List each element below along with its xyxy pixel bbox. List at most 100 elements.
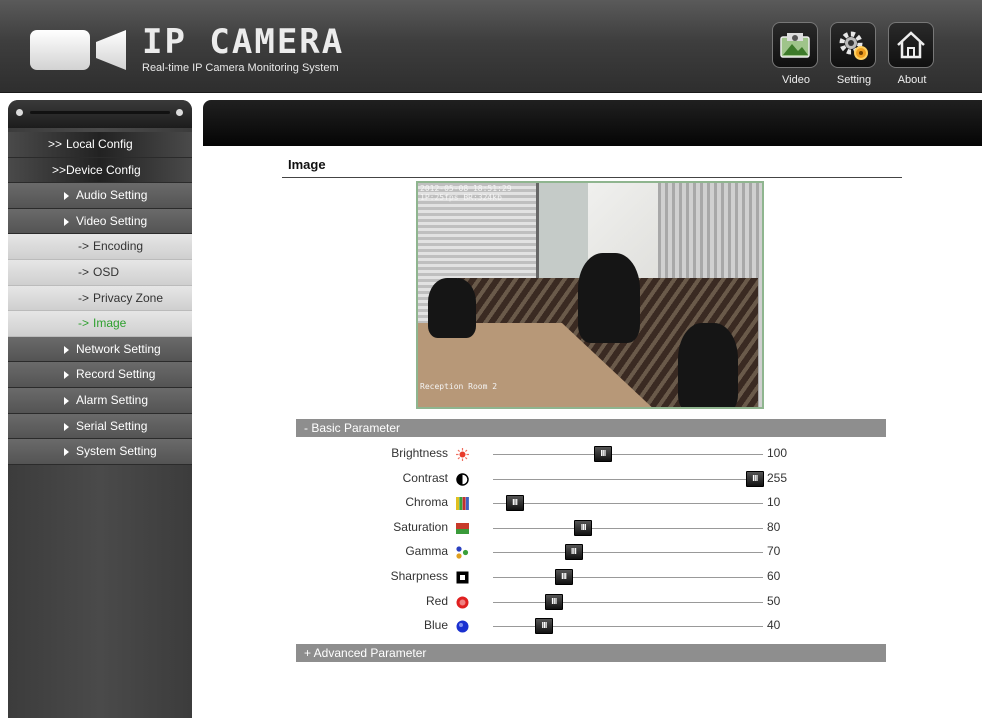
param-row-sharpness: Sharpness III 60 <box>300 566 820 590</box>
sidebar-item-privacy-zone[interactable]: -> Privacy Zone <box>8 285 192 312</box>
arrow-right-icon: -> <box>78 316 90 331</box>
preview-chair <box>578 253 640 343</box>
sidebar-item-encoding[interactable]: -> Encoding <box>8 234 192 260</box>
content-top-band <box>203 100 982 146</box>
sidebar-item-label: Privacy Zone <box>93 290 164 305</box>
sidebar-item-label: Local Config <box>66 137 133 151</box>
sidebar-item-network-setting[interactable]: Network Setting <box>8 336 192 363</box>
saturation-value: 80 <box>767 519 781 534</box>
preview-osd-location: Reception Room 2 <box>420 382 498 391</box>
chroma-value: 10 <box>767 495 781 510</box>
sidebar-item-label: Image <box>93 316 127 331</box>
double-chevron-icon: >> <box>52 162 67 177</box>
gamma-slider-track[interactable] <box>493 552 763 554</box>
contrast-value: 255 <box>767 470 788 485</box>
arrow-right-icon: -> <box>78 290 90 305</box>
red-slider-track[interactable] <box>493 601 763 603</box>
arrow-right-icon: -> <box>78 264 90 279</box>
video-button[interactable]: Video <box>770 22 822 88</box>
saturation-slider-handle[interactable]: III <box>574 519 593 536</box>
brightness-slider-handle[interactable]: III <box>594 446 613 462</box>
contrast-slider-handle[interactable]: III <box>746 470 764 487</box>
gear-icon <box>830 22 876 68</box>
advanced-parameter-toggle[interactable]: + Advanced Parameter <box>296 644 886 662</box>
sidebar-item-audio-setting[interactable]: Audio Setting <box>8 183 192 209</box>
sidebar-item-label: Record Setting <box>76 367 156 382</box>
blue-label: Blue <box>423 618 448 633</box>
sidebar-item-label: Audio Setting <box>76 188 148 203</box>
sidebar-item-alarm-setting[interactable]: Alarm Setting <box>8 387 192 414</box>
brightness-icon <box>456 448 469 461</box>
gamma-label: Gamma <box>405 544 448 559</box>
brightness-label: Brightness <box>391 446 448 460</box>
param-row-gamma: Gamma III 70 <box>300 541 820 565</box>
param-row-brightness: Brightness III 100 <box>300 443 820 467</box>
saturation-slider-track[interactable] <box>493 527 763 529</box>
triangle-right-icon <box>64 396 69 405</box>
page-title: Image <box>288 157 326 172</box>
about-button-label: About <box>897 74 927 86</box>
sharpness-slider-handle[interactable]: III <box>554 569 573 585</box>
red-label: Red <box>425 593 448 608</box>
red-slider-handle[interactable]: III <box>545 593 564 610</box>
sidebar-item-label: System Setting <box>76 444 157 459</box>
title-divider <box>282 177 902 178</box>
sidebar-item-local-config[interactable]: >> Local Config <box>8 132 192 158</box>
chroma-label: Chroma <box>405 495 448 510</box>
blue-slider-track[interactable] <box>493 626 763 628</box>
sidebar-item-label: Serial Setting <box>76 418 148 433</box>
preview-osd-stream-info: 1P:25fps BR:324kb <box>420 193 502 202</box>
sidebar: >> Local Config >> Device Config Audio S… <box>8 100 192 718</box>
triangle-right-icon <box>64 217 69 226</box>
sidebar-item-system-setting[interactable]: System Setting <box>8 439 192 465</box>
sidebar-item-image[interactable]: -> Image <box>8 311 192 337</box>
blue-value: 40 <box>767 618 781 633</box>
triangle-right-icon <box>64 192 69 201</box>
blue-icon <box>456 620 469 633</box>
param-row-red: Red III 50 <box>300 591 820 615</box>
sidebar-item-label: Alarm Setting <box>76 392 149 407</box>
setting-button-label: Setting <box>836 74 872 86</box>
sidebar-item-serial-setting[interactable]: Serial Setting <box>8 413 192 440</box>
sidebar-item-record-setting[interactable]: Record Setting <box>8 362 192 388</box>
triangle-right-icon <box>64 422 69 431</box>
preview-osd-timestamp: 2012-05-08 18:51:29 <box>420 184 512 193</box>
triangle-right-icon <box>64 345 69 354</box>
chroma-slider-handle[interactable]: III <box>505 495 524 512</box>
sidebar-item-label: Network Setting <box>76 341 161 356</box>
app-header: IP CAMERA Real-time IP Camera Monitoring… <box>0 0 982 93</box>
sidebar-divider <box>30 111 170 114</box>
setting-button[interactable]: Setting <box>828 22 880 88</box>
param-row-saturation: Saturation III 80 <box>300 517 820 541</box>
camera-preview: 2012-05-08 18:51:29 1P:25fps BR:324kb Re… <box>416 181 764 409</box>
sharpness-icon <box>456 571 469 584</box>
sharpness-value: 60 <box>767 569 781 583</box>
camera-logo-icon <box>30 30 90 70</box>
sidebar-top <box>8 100 192 128</box>
sidebar-item-device-config[interactable]: >> Device Config <box>8 157 192 184</box>
preview-chair <box>428 278 476 338</box>
sidebar-item-video-setting[interactable]: Video Setting <box>8 208 192 235</box>
gamma-slider-handle[interactable]: III <box>564 544 583 561</box>
saturation-label: Saturation <box>393 519 448 534</box>
chroma-slider-track[interactable] <box>493 503 763 505</box>
contrast-slider-track[interactable] <box>493 478 763 480</box>
about-button[interactable]: About <box>886 22 938 88</box>
sharpness-label: Sharpness <box>390 569 448 583</box>
blue-slider-handle[interactable]: III <box>535 618 554 635</box>
param-row-chroma: Chroma III 10 <box>300 492 820 516</box>
arrow-right-icon: -> <box>78 239 90 254</box>
triangle-right-icon <box>64 448 69 457</box>
sharpness-slider-track[interactable] <box>493 577 763 578</box>
contrast-icon <box>456 472 469 486</box>
camera-lens-icon <box>96 30 126 70</box>
chroma-icon <box>456 497 469 511</box>
param-row-contrast: Contrast III 255 <box>300 468 820 492</box>
brightness-value: 100 <box>767 446 788 460</box>
double-chevron-icon: >> <box>48 137 63 151</box>
brightness-slider-track[interactable] <box>493 454 763 455</box>
triangle-right-icon <box>64 371 69 380</box>
basic-parameter-toggle[interactable]: - Basic Parameter <box>296 419 886 437</box>
sidebar-item-osd[interactable]: -> OSD <box>8 259 192 286</box>
param-row-blue: Blue III 40 <box>300 615 820 639</box>
